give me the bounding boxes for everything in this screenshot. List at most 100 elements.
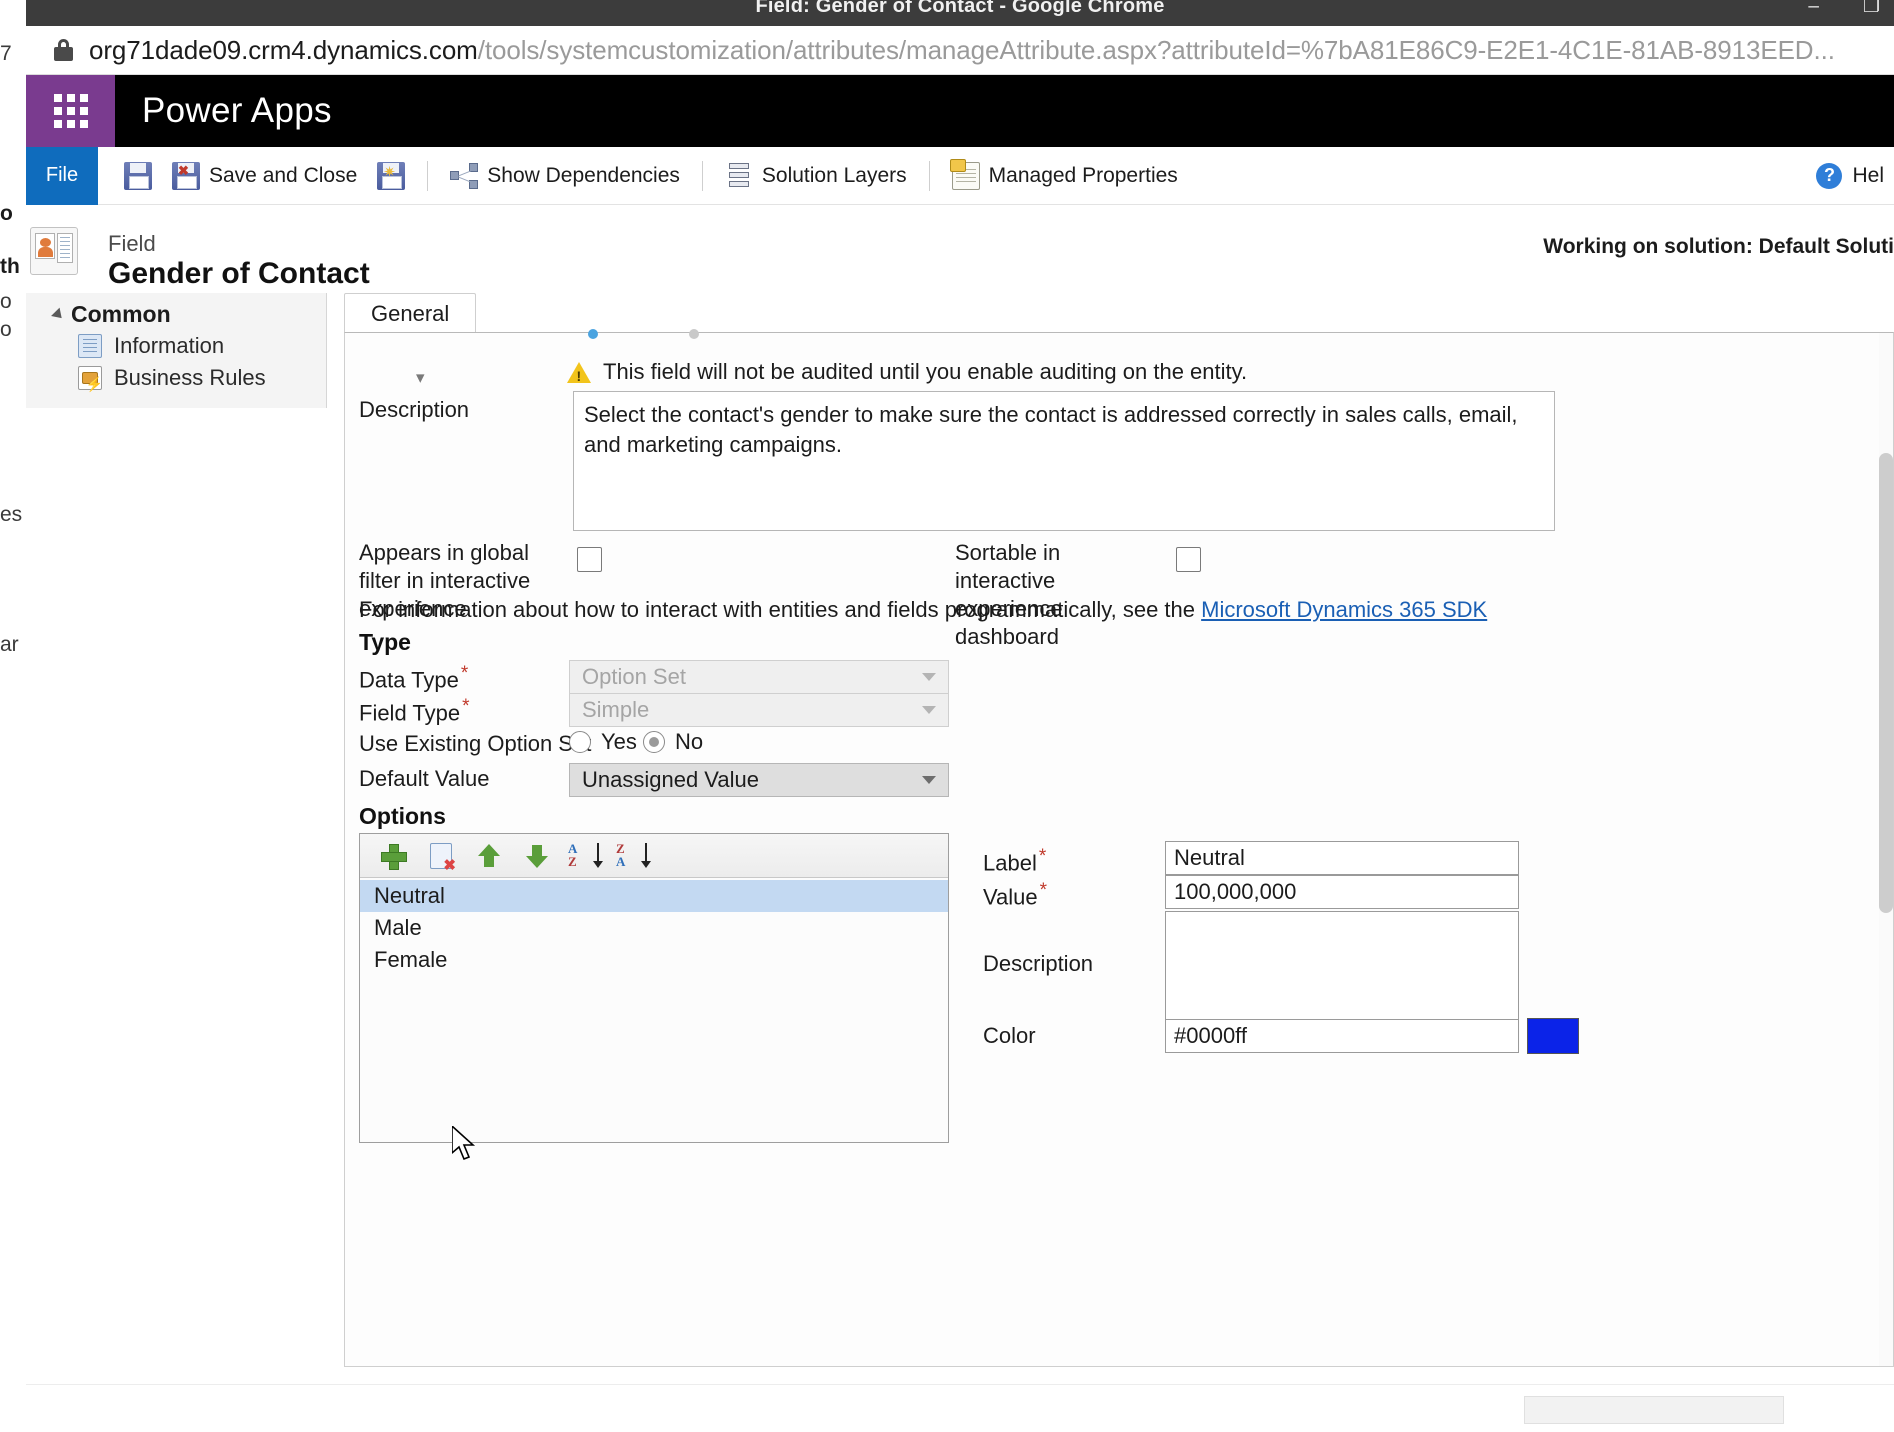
sidebar-item-information[interactable]: Information bbox=[78, 333, 224, 359]
list-item[interactable]: Neutral bbox=[360, 880, 948, 912]
sidebar-item-business-rules[interactable]: Business Rules bbox=[78, 365, 266, 393]
radio-circle-selected bbox=[643, 731, 665, 753]
use-existing-yes-label: Yes bbox=[601, 729, 637, 754]
options-list[interactable]: Neutral Male Female bbox=[360, 878, 948, 1142]
data-type-label: Data Type * bbox=[359, 663, 468, 693]
option-label-label: Label * bbox=[983, 846, 1046, 876]
arrow-up-icon bbox=[477, 843, 501, 868]
sdk-info-line: For information about how to interact wi… bbox=[359, 597, 1487, 623]
sdk-link[interactable]: Microsoft Dynamics 365 SDK bbox=[1201, 597, 1487, 622]
help-label: Hel bbox=[1852, 163, 1884, 187]
file-menu-tab[interactable]: File bbox=[26, 146, 98, 205]
option-color-input[interactable]: #0000ff bbox=[1165, 1019, 1519, 1053]
use-existing-no-radio[interactable]: No bbox=[643, 729, 703, 755]
option-value-label-text: Value bbox=[983, 884, 1038, 910]
scrollbar-thumb[interactable] bbox=[1879, 453, 1893, 913]
nav-group-common[interactable]: Common bbox=[51, 301, 171, 328]
field-type-select[interactable]: Simple bbox=[569, 693, 949, 727]
sort-descending-button[interactable]: Z A bbox=[614, 839, 652, 873]
bottom-strip bbox=[26, 1384, 1894, 1432]
panel-scrollbar[interactable] bbox=[1879, 333, 1893, 1366]
url-text: org71dade09.crm4.dynamics.com/tools/syst… bbox=[89, 35, 1835, 66]
tab-general[interactable]: General bbox=[344, 293, 477, 333]
tab-strip: General bbox=[344, 293, 1894, 333]
solution-context-note: Working on solution: Default Soluti bbox=[1543, 235, 1894, 258]
field-type-value: Simple bbox=[582, 697, 650, 722]
background-text-fragment: o bbox=[0, 202, 13, 225]
required-star: * bbox=[1039, 880, 1048, 901]
nav-group-label: Common bbox=[71, 301, 171, 327]
maximize-button[interactable]: ❐ bbox=[1863, 0, 1880, 18]
sort-za-icon: Z A bbox=[616, 840, 651, 870]
sort-letter-bottom: A bbox=[616, 853, 626, 869]
option-value-input[interactable]: 100,000,000 bbox=[1165, 875, 1519, 909]
list-item[interactable]: Male bbox=[360, 912, 948, 944]
option-color-swatch[interactable] bbox=[1527, 1018, 1579, 1054]
solution-layers-button[interactable]: Solution Layers bbox=[715, 147, 917, 205]
managed-properties-label: Managed Properties bbox=[988, 163, 1178, 187]
cut-off-radio-marker bbox=[689, 329, 699, 339]
required-star: * bbox=[462, 696, 470, 717]
sortable-label: Sortable in interactive experience dashb… bbox=[955, 540, 1063, 650]
use-existing-yes-radio[interactable]: Yes bbox=[569, 729, 637, 755]
chevron-down-icon bbox=[922, 776, 936, 784]
add-option-button[interactable] bbox=[374, 839, 412, 873]
save-and-new-button[interactable] bbox=[367, 147, 415, 205]
sidebar-item-label: Information bbox=[114, 333, 225, 358]
audit-warning-text: This field will not be audited until you… bbox=[603, 359, 1248, 384]
default-value-select[interactable]: Unassigned Value bbox=[569, 763, 949, 797]
data-type-value: Option Set bbox=[582, 664, 686, 689]
save-button[interactable] bbox=[114, 147, 162, 205]
sort-letter-top: Z bbox=[616, 840, 625, 856]
option-color-label: Color bbox=[983, 1023, 1036, 1048]
power-apps-header: Power Apps bbox=[26, 75, 1894, 147]
ribbon-separator bbox=[928, 160, 930, 191]
window-controls[interactable]: – ❐ bbox=[1808, 0, 1880, 18]
help-icon: ? bbox=[1816, 162, 1843, 189]
move-down-button[interactable] bbox=[518, 839, 556, 873]
field-type-label-text: Field Type bbox=[359, 700, 461, 726]
lock-icon bbox=[54, 39, 73, 61]
background-text-fragment: o bbox=[0, 318, 12, 341]
move-up-button[interactable] bbox=[470, 839, 508, 873]
information-icon bbox=[78, 334, 102, 358]
audit-warning: This field will not be audited until you… bbox=[567, 359, 1247, 385]
ribbon-separator bbox=[701, 160, 703, 191]
left-navigation: Common Information Business Rules bbox=[26, 293, 327, 408]
options-list-box: A Z Z A Neutral Ma bbox=[359, 833, 949, 1143]
background-text-fragment: th bbox=[0, 255, 20, 278]
list-item[interactable]: Female bbox=[360, 944, 948, 976]
sort-letter-top: A bbox=[568, 840, 578, 856]
sort-ascending-button[interactable]: A Z bbox=[566, 839, 604, 873]
save-and-close-button[interactable]: Save and Close bbox=[162, 147, 367, 205]
type-section-heading: Type bbox=[359, 629, 411, 655]
use-existing-option-set-label: Use Existing Option Set bbox=[359, 731, 592, 756]
option-description-label: Description bbox=[983, 951, 1094, 976]
address-bar[interactable]: org71dade09.crm4.dynamics.com/tools/syst… bbox=[26, 26, 1894, 75]
data-type-select[interactable]: Option Set bbox=[569, 660, 949, 694]
option-label-input[interactable]: Neutral bbox=[1165, 841, 1519, 875]
app-title: Power Apps bbox=[142, 91, 332, 130]
background-text-fragment: o bbox=[0, 290, 12, 313]
page-kicker: Field bbox=[108, 231, 156, 256]
show-dependencies-button[interactable]: Show Dependencies bbox=[440, 147, 690, 205]
options-toolbar: A Z Z A bbox=[360, 834, 948, 878]
managed-properties-button[interactable]: Managed Properties bbox=[942, 147, 1188, 205]
app-launcher-icon[interactable] bbox=[26, 75, 115, 147]
sort-az-icon: A Z bbox=[568, 840, 603, 870]
help-button[interactable]: ? Hel bbox=[1816, 162, 1884, 189]
save-icon bbox=[124, 161, 152, 190]
default-value-value: Unassigned Value bbox=[582, 767, 759, 792]
sortable-checkbox[interactable] bbox=[1176, 547, 1201, 572]
global-filter-checkbox[interactable] bbox=[577, 547, 602, 572]
warning-triangle-icon bbox=[567, 361, 591, 384]
page-title: Gender of Contact bbox=[108, 257, 370, 290]
command-ribbon: File Save and Close Show Dependencies So… bbox=[26, 146, 1894, 205]
chevron-down-icon[interactable]: ▾ bbox=[416, 368, 425, 388]
minimize-button[interactable]: – bbox=[1808, 0, 1819, 18]
description-input[interactable]: Select the contact's gender to make sure… bbox=[573, 391, 1555, 531]
background-text-fragment: ar bbox=[0, 633, 19, 656]
general-tab-panel: This field will not be audited until you… bbox=[344, 329, 1894, 1367]
delete-option-button[interactable] bbox=[422, 839, 460, 874]
business-rules-icon bbox=[78, 366, 103, 393]
